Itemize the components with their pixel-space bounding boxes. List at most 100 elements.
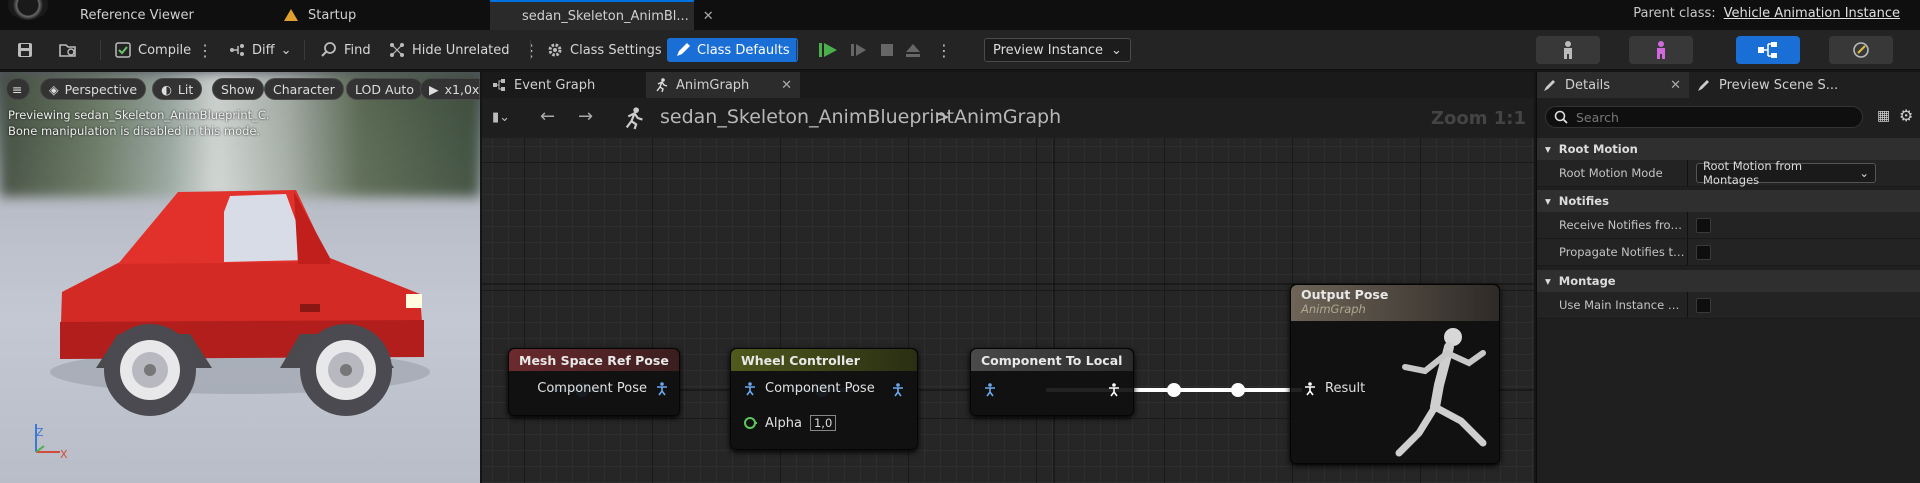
input-pin-alpha[interactable]: Alpha 1,0 [743,415,837,431]
node-wheel-controller[interactable]: Wheel Controller Component Pose Alpha 1,… [730,348,918,450]
local-pose-pin-icon[interactable] [1107,383,1121,397]
node-title: Component To Local [971,349,1133,371]
preview-viewport[interactable]: ≡ ◈ Perspective ◐ Lit Show Character LOD… [0,72,480,483]
axis-x-label: X [60,448,68,461]
class-defaults-button[interactable]: Class Defaults [667,38,798,62]
forward-button[interactable]: → [578,106,593,127]
chevron-down-icon: ⌄ [280,42,292,58]
back-button[interactable]: ← [540,106,555,127]
tab-anim-blueprint[interactable]: sedan_Skeleton_AnimBl... ✕ [490,0,714,30]
node-component-to-local[interactable]: Component To Local [970,348,1134,416]
property-name: Receive Notifies from... [1559,218,1687,232]
caret-down-icon: ▾ [1545,194,1551,208]
lit-button[interactable]: ◐ Lit [152,78,203,100]
tab-anim-graph[interactable]: AnimGraph ✕ [646,72,800,98]
use-main-instance-montage-checkbox[interactable] [1696,297,1711,313]
find-button[interactable]: Find [320,38,371,62]
breadcrumb-anim-graph[interactable]: AnimGraph [954,106,1061,128]
alpha-value-input[interactable]: 1,0 [809,415,837,431]
root-motion-mode-dropdown[interactable]: Root Motion from Montages ⌄ [1696,159,1876,187]
tab-label: AnimGraph [676,77,750,93]
local-pose-pin-icon [1305,381,1315,395]
blueprint-mode-button[interactable] [1736,36,1800,64]
receive-notifies-checkbox[interactable] [1696,217,1711,233]
lod-button[interactable]: LOD Auto [346,78,423,100]
category-notifies[interactable]: ▾ Notifies [1537,190,1920,212]
graph-icon [493,79,505,91]
parent-class: Parent class: Vehicle Animation Instance [1633,6,1900,21]
preview-instance-dropdown[interactable]: Preview Instance ⌄ [984,38,1131,62]
details-search-input[interactable]: Search [1545,106,1863,128]
character-button[interactable]: Character [264,78,344,100]
category-root-motion[interactable]: ▾ Root Motion [1537,138,1920,160]
anim-graph-canvas[interactable]: Mesh Space Ref Pose Component Pose Wheel… [482,138,1534,483]
mesh-mode-button[interactable] [1629,36,1693,64]
settings-button[interactable]: ⚙ [1899,106,1913,125]
running-person-icon [625,107,643,130]
tab-reference-viewer[interactable]: Reference Viewer [80,0,270,30]
gear-icon [548,43,562,57]
tab-details[interactable]: Details ✕ [1537,72,1689,98]
breadcrumb-blueprint[interactable]: sedan_Skeleton_AnimBlueprint [660,106,954,128]
play-button[interactable] [818,38,838,62]
tab-startup[interactable]: Startup [284,0,474,30]
skeleton-mode-button[interactable] [1536,36,1600,64]
propagate-notifies-checkbox[interactable] [1696,244,1711,260]
property-value [1687,239,1711,265]
pose-pin-icon[interactable] [891,383,905,397]
node-output-pose[interactable]: Output Pose AnimGraph Result [1290,284,1500,464]
eject-button[interactable] [904,38,922,62]
compile-options-icon[interactable]: ⋮ [197,41,213,60]
browse-button[interactable] [58,38,78,62]
arrow-right-icon: → [578,106,594,127]
playback-speed-button[interactable]: ▶ x1,0x [420,78,480,100]
input-pin-result[interactable]: Result [1303,381,1365,396]
mesh-icon [1657,41,1665,59]
unreal-logo-icon[interactable] [8,0,48,20]
animation-mode-button[interactable] [1829,36,1893,64]
close-icon[interactable]: ✕ [781,78,792,93]
property-name: Root Motion Mode [1559,166,1663,180]
viewport-menu-button[interactable]: ≡ [6,78,30,100]
perspective-button[interactable]: ◈ Perspective [40,78,147,100]
stop-button[interactable] [878,38,896,62]
reroute-knot[interactable] [1167,383,1181,397]
tab-preview-scene-settings[interactable]: Preview Scene S... [1691,72,1841,98]
lit-icon: ◐ [161,81,172,97]
graph-tab-bar: Event Graph AnimGraph ✕ [482,72,1534,98]
output-pin-component-pose[interactable]: Component Pose [537,381,669,396]
lod-label: LOD Auto [355,81,414,97]
step-button[interactable] [850,38,868,62]
tab-event-graph[interactable]: Event Graph [484,72,644,98]
parent-class-link[interactable]: Vehicle Animation Instance [1724,6,1900,21]
tab-label: sedan_Skeleton_AnimBl... [522,8,689,24]
compile-button[interactable]: Compile ⋮ [114,38,213,62]
category-label: Montage [1558,274,1616,288]
input-pin-component-pose[interactable]: Component Pose [743,381,875,396]
compile-icon [115,42,131,58]
pose-pin-icon [657,381,667,395]
close-icon[interactable]: ✕ [1670,78,1681,93]
close-icon[interactable]: ✕ [703,9,714,24]
bookmark-button[interactable]: ▮⌄ [492,110,510,125]
hide-unrelated-button[interactable]: Hide Unrelated ⋮ [388,38,540,62]
animation-icon [1853,42,1869,58]
class-settings-button[interactable]: Class Settings [546,38,662,62]
main-toolbar: Compile ⋮ Diff ⌄ Find Hide Unrelated ⋮ C… [0,30,1920,70]
play-icon [819,43,837,57]
save-button[interactable] [16,38,34,62]
node-mesh-space-ref-pose[interactable]: Mesh Space Ref Pose Component Pose [508,348,680,416]
compile-label: Compile [138,42,192,58]
play-options-button[interactable]: ⋮ [936,38,952,62]
save-icon [18,43,32,57]
diff-button[interactable]: Diff ⌄ [228,38,292,62]
skeleton-icon [1564,41,1572,59]
hide-unrelated-options-icon[interactable]: ⋮ [524,41,540,60]
category-montage[interactable]: ▾ Montage [1537,270,1920,292]
reroute-knot[interactable] [1231,383,1245,397]
table-icon: ▦ [1877,108,1891,124]
pose-pin-icon[interactable] [983,383,997,397]
show-button[interactable]: Show [212,78,264,100]
property-row: Receive Notifies from... [1537,212,1920,239]
table-view-button[interactable]: ▦ [1877,108,1890,124]
